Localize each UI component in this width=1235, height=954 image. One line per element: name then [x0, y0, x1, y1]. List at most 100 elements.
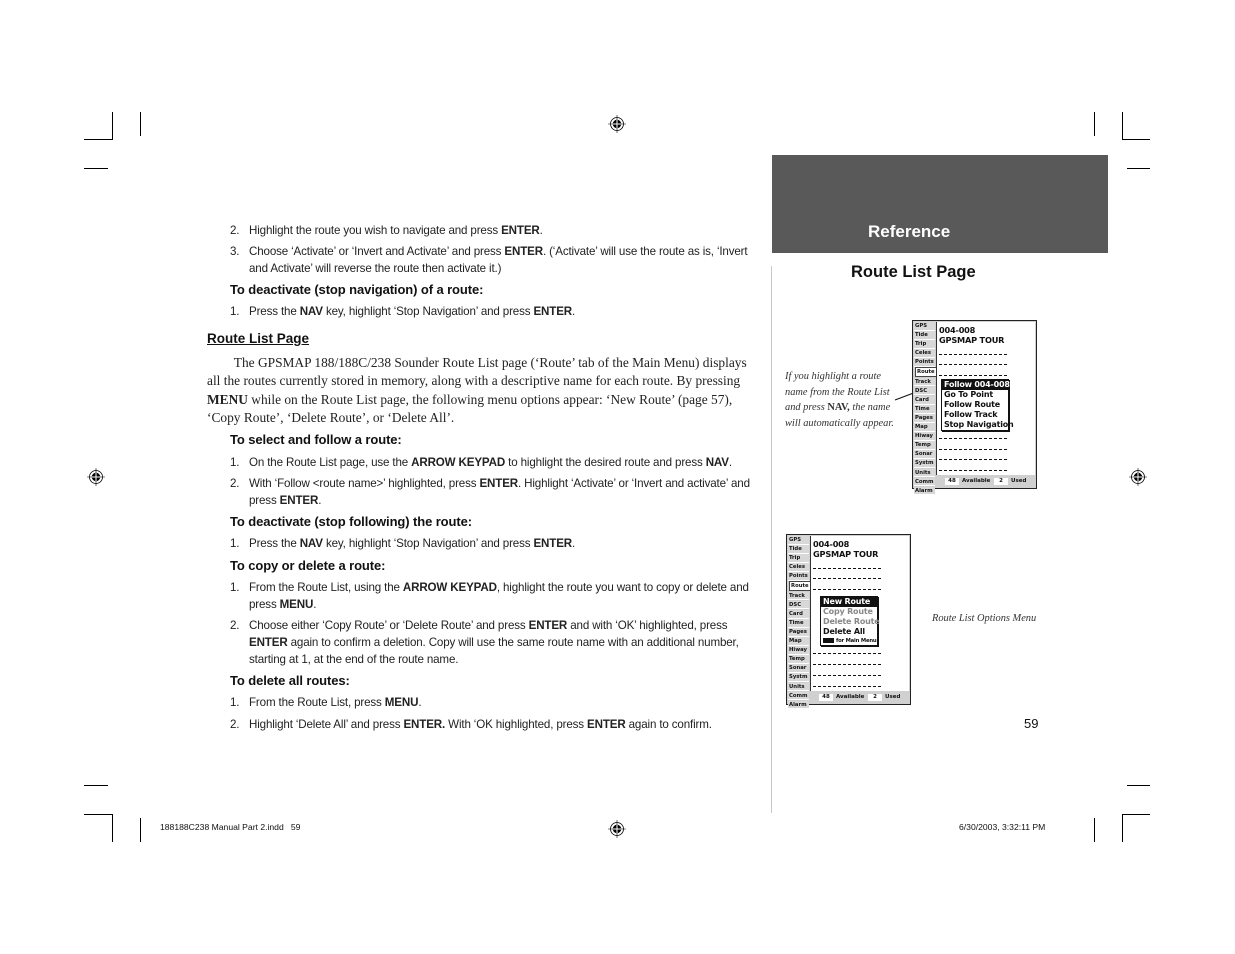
menu-tab-points[interactable]: Points [788, 572, 809, 582]
menu-tab-route[interactable]: Route [789, 581, 811, 592]
text-run: . [318, 494, 322, 507]
menu-item-follow-004-008[interactable]: Follow 004-008 [942, 380, 1010, 390]
empty-route-slot[interactable] [939, 354, 1007, 355]
menu-tab-tide[interactable]: Tide [788, 545, 809, 554]
menu-tab-units[interactable]: Units [788, 682, 809, 692]
menu-tab-temp[interactable]: Temp [914, 441, 935, 451]
route-id[interactable]: 004-008 [939, 325, 975, 335]
menu-tab-hiway[interactable]: Hiway [914, 432, 935, 441]
menu-tab-points[interactable]: Points [914, 358, 935, 368]
route-id[interactable]: 004-008 [813, 539, 849, 549]
column-divider [771, 266, 772, 813]
list-number: 2. [230, 718, 240, 731]
menu-tab-time[interactable]: Time [914, 404, 935, 414]
text-run: . [572, 537, 576, 550]
menu-tab-card[interactable]: Card [788, 609, 809, 619]
menu-tab-alarm[interactable]: Alarm [914, 486, 935, 496]
menu-tab-systm[interactable]: Systm [788, 673, 809, 683]
empty-route-slot[interactable] [813, 664, 881, 665]
menu-tab-celes[interactable]: Celes [788, 563, 809, 573]
menu-tab-pages[interactable]: Pages [788, 627, 809, 637]
list-text: From the Route List, press MENU. [249, 694, 760, 711]
menu-tab-track[interactable]: Track [788, 591, 809, 601]
menu-tab-map[interactable]: Map [788, 637, 809, 646]
list-number: 2. [230, 619, 240, 632]
menu-tab-comm[interactable]: Comm [914, 477, 935, 487]
list-number: 1. [230, 537, 240, 550]
empty-route-slot[interactable] [939, 449, 1007, 450]
empty-route-slot[interactable] [939, 459, 1007, 460]
menu-tab-card[interactable]: Card [914, 395, 935, 405]
menu-tab-sonar[interactable]: Sonar [788, 664, 809, 674]
list-item: 1. Press the NAV key, highlight ‘Stop Nav… [230, 303, 760, 320]
menu-item-copy-route[interactable]: Copy Route [821, 607, 877, 617]
menu-tab-units[interactable]: Units [914, 468, 935, 478]
list-text: Press the NAV key, highlight ‘Stop Navig… [249, 303, 760, 320]
key-name: ENTER. [403, 718, 446, 731]
key-name: ENTER [279, 494, 319, 507]
menu-tab-comm[interactable]: Comm [788, 691, 809, 701]
menu-tab-celes[interactable]: Celes [914, 349, 935, 359]
empty-route-slot[interactable] [813, 589, 881, 590]
menu-tab-dsc[interactable]: DSC [914, 386, 935, 396]
menu-tab-hiway[interactable]: Hiway [788, 646, 809, 655]
menu-tab-dsc[interactable]: DSC [788, 600, 809, 610]
empty-route-slot[interactable] [813, 578, 881, 579]
route-capacity-bar: 48 Available 2 Used [936, 476, 1035, 487]
menu-tab-systm[interactable]: Systm [914, 459, 935, 469]
menu-tab-gps[interactable]: GPS [788, 536, 809, 545]
used-count: 2 [994, 478, 1008, 485]
section-heading: Route List Page [207, 331, 310, 346]
menu-tab-temp[interactable]: Temp [788, 655, 809, 665]
menu-tab-map[interactable]: Map [914, 423, 935, 432]
key-name: MENU [279, 598, 314, 611]
menu-item-follow-route[interactable]: Follow Route [942, 400, 1008, 410]
menu-tab-time[interactable]: Time [788, 618, 809, 628]
text-run: while on the Route List page, the follow… [207, 391, 733, 425]
menu-tab-trip[interactable]: Trip [914, 340, 935, 349]
menu-tab-tide[interactable]: Tide [914, 331, 935, 340]
menu-tab-alarm[interactable]: Alarm [788, 700, 809, 710]
text-run: With ‘OK highlighted, press [445, 718, 588, 731]
list-number: 1. [230, 581, 240, 594]
footer-timestamp: 6/30/2003, 3:32:11 PM [959, 822, 1046, 832]
key-name: ENTER [528, 619, 568, 632]
figure-caption-nav: If you highlight a route name from the R… [785, 369, 903, 432]
empty-route-slot[interactable] [813, 653, 881, 654]
key-name: MENU [207, 391, 248, 407]
text-run: . [418, 696, 422, 709]
menu-item-stop-navigation[interactable]: Stop Navigation [942, 420, 1014, 430]
gps-screen-route-list-options: GPS Tide Trip Celes Points Route Track DSC Card T… [786, 534, 911, 710]
route-name: GPSMAP TOUR [939, 335, 1005, 345]
list-text: From the Route List, using the ARROW KEY… [249, 579, 760, 613]
menu-item-new-route[interactable]: New Route [821, 597, 877, 607]
list-item: 2. Highlight ‘Delete All’ and press ENTER… [230, 716, 760, 733]
empty-route-slot[interactable] [939, 375, 1007, 376]
registration-mark-icon [1129, 468, 1147, 486]
crop-mark [1122, 112, 1123, 140]
crop-mark [140, 818, 141, 842]
crop-mark [1122, 814, 1123, 842]
menu-tab-trip[interactable]: Trip [788, 554, 809, 563]
menu-tab-gps[interactable]: GPS [914, 322, 935, 331]
empty-route-slot[interactable] [813, 675, 881, 676]
empty-route-slot[interactable] [813, 686, 881, 687]
empty-route-slot[interactable] [939, 438, 1007, 439]
menu-tab-sonar[interactable]: Sonar [914, 450, 935, 460]
empty-route-slot[interactable] [939, 364, 1007, 365]
menu-item-delete-route[interactable]: Delete Route [821, 617, 880, 627]
text-run: . [572, 305, 576, 318]
menu-item-delete-all[interactable]: Delete All [821, 627, 877, 637]
available-label: Available [836, 694, 865, 700]
list-item: 1. On the Route List page, use the ARROW … [230, 454, 760, 471]
menu-tab-pages[interactable]: Pages [914, 413, 935, 423]
empty-route-slot[interactable] [939, 470, 1007, 471]
menu-item-follow-track[interactable]: Follow Track [942, 410, 1008, 420]
menu-tab-track[interactable]: Track [914, 377, 935, 387]
list-text: Highlight ‘Delete All’ and press ENTER. … [249, 716, 760, 733]
menu-tab-route[interactable]: Route [915, 367, 937, 378]
empty-route-slot[interactable] [813, 568, 881, 569]
list-item: 2. Highlight the route you wish to naviga… [230, 222, 760, 239]
menu-item-go-to-point[interactable]: Go To Point [942, 390, 1008, 400]
text-run: Press the [249, 537, 300, 550]
